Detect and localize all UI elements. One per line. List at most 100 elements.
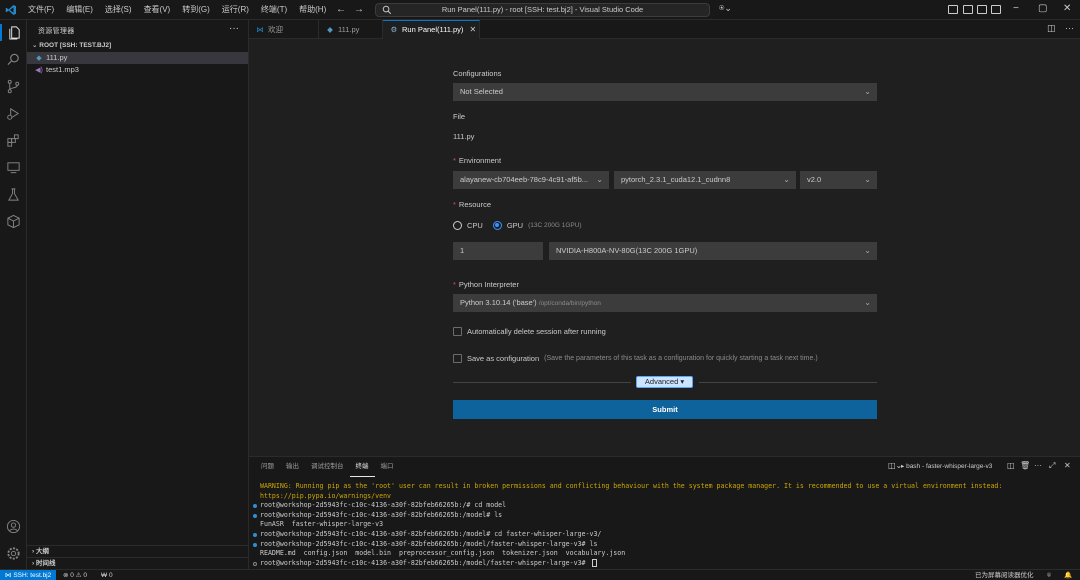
- tab-run-panel[interactable]: ⚙ Run Panel(111.py) ✕: [383, 20, 480, 39]
- menu-file[interactable]: 文件(F): [22, 0, 60, 20]
- search-icon[interactable]: [5, 51, 22, 68]
- tab-111-py[interactable]: ◆ 111.py: [319, 20, 383, 39]
- close-panel-icon[interactable]: ✕: [1064, 461, 1071, 470]
- maximize-panel-icon[interactable]: ⤢: [1049, 461, 1055, 471]
- more-actions-icon[interactable]: ···: [1065, 23, 1074, 33]
- run-debug-icon[interactable]: [5, 105, 22, 122]
- terminal-line-text: root@workshop-2d5943fc-c10c-4136-a30f-82…: [260, 510, 503, 519]
- menu-terminal[interactable]: 终端(T): [255, 0, 293, 20]
- cube-extension-icon[interactable]: [5, 213, 22, 230]
- more-actions-icon[interactable]: ···: [1034, 461, 1042, 470]
- tab-terminal[interactable]: 终端: [349, 457, 375, 477]
- testing-icon[interactable]: [5, 186, 22, 203]
- auto-delete-label: Automatically delete session after runni…: [467, 326, 606, 336]
- audio-file-icon: ◀): [35, 67, 43, 74]
- toggle-secondary-sidebar-icon[interactable]: [977, 5, 987, 14]
- auto-delete-checkbox[interactable]: [453, 326, 462, 336]
- more-actions-icon[interactable]: ···: [229, 23, 239, 34]
- gpu-spec-select[interactable]: NVIDIA-H800A-NV-80G(13C 200G 1GPU) ⌄: [549, 242, 877, 260]
- tab-problems[interactable]: 问题: [255, 457, 280, 477]
- close-icon[interactable]: ✕: [469, 21, 476, 38]
- timeline-section[interactable]: › 时间线: [27, 557, 248, 568]
- python-interpreter-select[interactable]: Python 3.10.14 ('base') /opt/conda/bin/p…: [453, 294, 877, 312]
- settings-gear-icon[interactable]: [5, 545, 22, 562]
- explorer-icon[interactable]: [0, 24, 27, 41]
- split-terminal-icon[interactable]: ◫: [1007, 461, 1015, 470]
- problems-status[interactable]: ⊗ 0 ⚠ 0: [63, 570, 87, 580]
- split-editor-icon[interactable]: ◫: [1047, 23, 1056, 34]
- account-icon[interactable]: [5, 518, 22, 535]
- advanced-toggle-button[interactable]: Advanced ▾: [636, 376, 693, 388]
- cpu-radio-label: CPU: [467, 220, 483, 230]
- menu-view[interactable]: 查看(V): [138, 0, 177, 20]
- command-center[interactable]: Run Panel(111.py) - root [SSH: test.bj2]…: [375, 3, 710, 17]
- ports-status[interactable]: ₩ 0: [101, 570, 113, 580]
- terminal-line-text: root@workshop-2d5943fc-c10c-4136-a30f-82…: [260, 529, 602, 538]
- remote-indicator[interactable]: ⋈ SSH: test.bj2: [0, 570, 57, 580]
- chevron-down-icon: ⌄: [864, 298, 871, 307]
- close-button[interactable]: ✕: [1063, 2, 1071, 16]
- menu-selection[interactable]: 选择(S): [99, 0, 138, 20]
- screen-reader-status[interactable]: 已为屏幕阅读器优化: [975, 570, 1034, 580]
- toggle-sidebar-icon[interactable]: [948, 5, 958, 14]
- python-file-icon: ◆: [327, 25, 333, 34]
- configurations-select[interactable]: Not Selected ⌄: [453, 83, 877, 101]
- environment-image-value: alayanew-cb704eeb-78c9-4c91-af5b...: [460, 175, 589, 184]
- gpu-radio[interactable]: [492, 220, 502, 230]
- explorer-root-folder[interactable]: ⌄ ROOT [SSH: TEST.BJ2]: [27, 40, 248, 52]
- environment-version-select[interactable]: v2.0 ⌄: [800, 171, 877, 189]
- tab-debug-console[interactable]: 调试控制台: [305, 457, 350, 477]
- save-config-checkbox[interactable]: [453, 353, 462, 363]
- submit-button[interactable]: Submit: [453, 400, 877, 419]
- outline-section[interactable]: › 大纲: [27, 545, 248, 556]
- maximize-button[interactable]: ▢: [1038, 2, 1047, 16]
- gpu-count-value: 1: [460, 246, 465, 255]
- remote-explorer-icon[interactable]: [5, 159, 22, 176]
- vscode-logo-icon: ⋈: [256, 25, 264, 34]
- source-control-icon[interactable]: [5, 78, 22, 95]
- environment-image-select[interactable]: alayanew-cb704eeb-78c9-4c91-af5b... ⌄: [453, 171, 609, 189]
- toggle-panel-icon[interactable]: [963, 5, 973, 14]
- title-bar: 文件(F) 编辑(E) 选择(S) 查看(V) 转到(G) 运行(R) 终端(T…: [0, 0, 1080, 20]
- terminal-line: root@workshop-2d5943fc-c10c-4136-a30f-82…: [253, 501, 1075, 511]
- tab-ports[interactable]: 端口: [375, 457, 400, 477]
- menu-help[interactable]: 帮助(H): [293, 0, 332, 20]
- warning-icon: ⚠: [75, 572, 82, 579]
- command-decoration-icon: [253, 504, 257, 509]
- terminal-prompt-text: root@workshop-2d5943fc-c10c-4136-a30f-82…: [260, 558, 590, 567]
- run-panel-form: Configurations Not Selected ⌄ File 111.p…: [453, 39, 877, 456]
- editor-area: Configurations Not Selected ⌄ File 111.p…: [249, 39, 1080, 456]
- forward-arrow-icon[interactable]: →: [354, 4, 364, 16]
- gpu-count-input[interactable]: 1: [453, 242, 543, 260]
- environment-framework-select[interactable]: pytorch_2.3.1_cuda12.1_cudnn8 ⌄: [614, 171, 796, 189]
- status-bar: ⋈ SSH: test.bj2 ⊗ 0 ⚠ 0 ₩ 0 已为屏幕阅读器优化 ⍟ …: [0, 569, 1080, 580]
- terminal-title-text: bash - faster-whisper-large-v3: [906, 463, 993, 470]
- file-name: test1.mp3: [46, 65, 79, 74]
- file-item-test1-mp3[interactable]: ◀) test1.mp3: [27, 64, 248, 76]
- menu-go[interactable]: 转到(G): [176, 0, 216, 20]
- terminal-instance-title[interactable]: ▸ bash - faster-whisper-large-v3: [901, 462, 992, 470]
- tab-label: 111.py: [338, 25, 360, 34]
- file-value: 111.py: [453, 132, 475, 141]
- kill-terminal-icon[interactable]: 🗑: [1020, 461, 1030, 470]
- tab-welcome[interactable]: ⋈ 欢迎: [249, 20, 319, 39]
- minimize-button[interactable]: −: [1013, 2, 1019, 16]
- notifications-bell-icon[interactable]: 🔔: [1064, 570, 1072, 580]
- extensions-icon[interactable]: [5, 132, 22, 149]
- customize-layout-icon[interactable]: [991, 5, 1001, 14]
- copilot-icon[interactable]: ⍟⌄: [719, 3, 732, 14]
- menu-edit[interactable]: 编辑(E): [60, 0, 99, 20]
- root-folder-label: ROOT [SSH: TEST.BJ2]: [39, 42, 112, 49]
- tab-output[interactable]: 输出: [280, 457, 305, 477]
- required-marker: *: [453, 200, 456, 209]
- file-item-111-py[interactable]: ◆ 111.py: [27, 52, 248, 64]
- remote-label: SSH: test.bj2: [13, 572, 52, 579]
- copilot-status-icon[interactable]: ⍟: [1047, 570, 1051, 580]
- terminal-output[interactable]: WARNING: Running pip as the 'root' user …: [253, 482, 1075, 567]
- terminal-line: root@workshop-2d5943fc-c10c-4136-a30f-82…: [253, 530, 1075, 540]
- chevron-down-icon: ⌄: [864, 175, 871, 184]
- cpu-radio[interactable]: [453, 220, 462, 230]
- menu-run[interactable]: 运行(R): [216, 0, 255, 20]
- back-arrow-icon[interactable]: ←: [336, 4, 346, 16]
- tab-label: Run Panel(111.py): [402, 25, 464, 34]
